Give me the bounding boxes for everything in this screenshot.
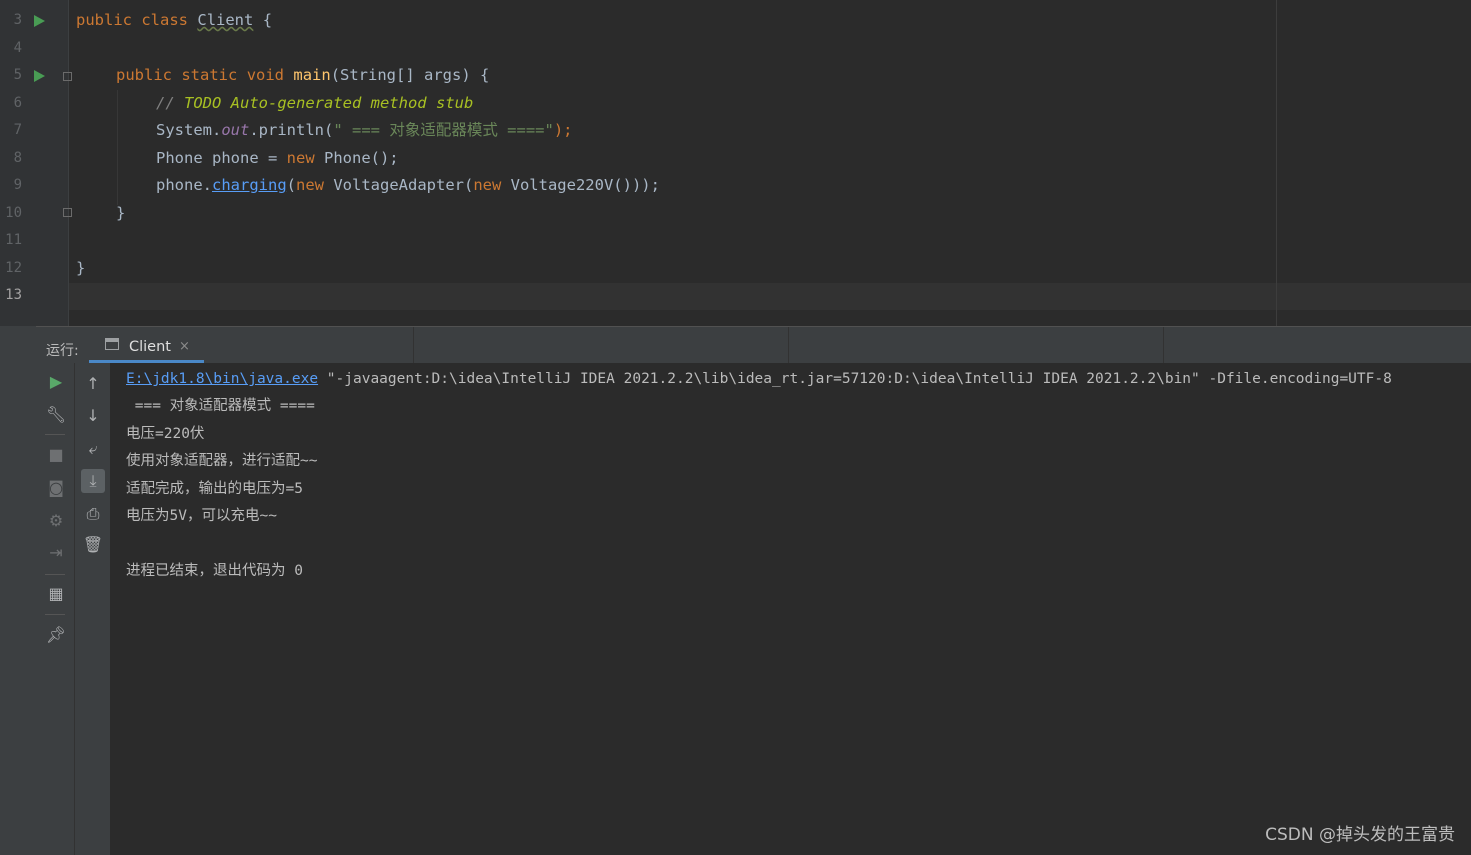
code-line-8: Phone phone = new Phone(); xyxy=(156,149,399,167)
toolbar-separator xyxy=(45,574,65,575)
console-line: 电压=220伏 xyxy=(126,426,205,442)
run-panel-header: 运行: Client × xyxy=(36,326,1471,363)
code-line-12: } xyxy=(76,259,86,277)
header-divider xyxy=(788,327,789,363)
console-line: 使用对象适配器，进行适配~~ xyxy=(126,453,318,469)
console-command-line: E:\jdk1.8\bin\java.exe "-javaagent:D:\id… xyxy=(126,371,1392,387)
code-editor[interactable]: 3 4 5 6 7 8 9 10 11 12 13 public class C… xyxy=(0,0,1471,326)
console-exit-line: 进程已结束，退出代码为 0 xyxy=(126,563,303,579)
arrow-down-icon[interactable]: ↓ xyxy=(81,404,105,428)
right-margin-guide xyxy=(1276,0,1277,326)
soft-wrap-icon[interactable]: ⤶ xyxy=(81,437,105,461)
watermark: CSDN @掉头发的王富贵 xyxy=(1265,825,1455,845)
line-number: 11 xyxy=(5,232,22,248)
code-line-10: } xyxy=(116,204,126,222)
header-divider xyxy=(413,327,414,363)
toolbar-separator xyxy=(45,614,65,615)
line-number: 6 xyxy=(13,95,22,111)
console-line: === 对象适配器模式 ==== xyxy=(126,398,315,414)
line-number: 9 xyxy=(13,177,22,193)
tab-client[interactable]: Client × xyxy=(89,327,204,363)
gutter-separator xyxy=(68,0,69,326)
fold-marker-icon[interactable] xyxy=(63,72,72,81)
gear-icon[interactable]: ⚙ xyxy=(44,509,68,533)
line-number: 12 xyxy=(5,260,22,276)
run-label: 运行: xyxy=(46,343,79,359)
run-class-icon[interactable] xyxy=(34,15,45,27)
code-line-9: phone.charging(new VoltageAdapter(new Vo… xyxy=(156,176,660,194)
scroll-to-end-icon[interactable]: ⤓ xyxy=(81,469,105,493)
toolbar-separator xyxy=(45,434,65,435)
java-exe-link[interactable]: E:\jdk1.8\bin\java.exe xyxy=(126,371,318,387)
camera-icon[interactable]: ◙ xyxy=(44,476,68,500)
pin-icon[interactable]: 📌︎ xyxy=(44,623,68,647)
console-icon xyxy=(105,338,119,350)
charging-method-link[interactable]: charging xyxy=(212,176,287,194)
line-number-current: 13 xyxy=(5,287,22,303)
tool-window-strip xyxy=(0,326,36,855)
current-line-highlight xyxy=(69,283,1471,310)
print-icon[interactable]: ⎙ xyxy=(81,502,105,526)
line-number: 10 xyxy=(5,205,22,221)
run-main-icon[interactable] xyxy=(34,70,45,82)
line-number: 5 xyxy=(13,67,22,83)
login-icon[interactable]: ⇥ xyxy=(44,541,68,565)
close-icon[interactable]: × xyxy=(179,339,190,354)
code-line-6: // TODO Auto-generated method stub xyxy=(156,94,474,112)
run-toolbar-primary: ▶ 🔧︎ ■ ◙ ⚙ ⇥ ▦ 📌︎ xyxy=(36,363,74,855)
line-number: 8 xyxy=(13,150,22,166)
arrow-up-icon[interactable]: ↑ xyxy=(81,372,105,396)
stop-icon[interactable]: ■ xyxy=(44,443,68,467)
header-divider xyxy=(1163,327,1164,363)
indent-guide xyxy=(117,90,118,205)
trash-icon[interactable]: 🗑︎ xyxy=(81,533,105,557)
play-icon[interactable]: ▶ xyxy=(44,370,68,394)
tab-title: Client xyxy=(129,339,171,355)
code-line-5: public static void main(String[] args) { xyxy=(116,66,490,84)
line-number: 4 xyxy=(13,40,22,56)
code-line-7: System.out.println(" === 对象适配器模式 ===="); xyxy=(156,121,573,139)
console-line: 电压为5V，可以充电~~ xyxy=(126,508,277,524)
fold-marker-icon[interactable] xyxy=(63,208,72,217)
layout-icon[interactable]: ▦ xyxy=(44,582,68,606)
line-number: 3 xyxy=(13,12,22,28)
wrench-icon[interactable]: 🔧︎ xyxy=(44,403,68,427)
line-number: 7 xyxy=(13,122,22,138)
code-line-3: public class Client { xyxy=(76,11,273,29)
console-line: 适配完成，输出的电压为=5 xyxy=(126,481,303,497)
run-toolbar-secondary: ↑ ↓ ⤶ ⤓ ⎙ 🗑︎ xyxy=(75,363,110,855)
